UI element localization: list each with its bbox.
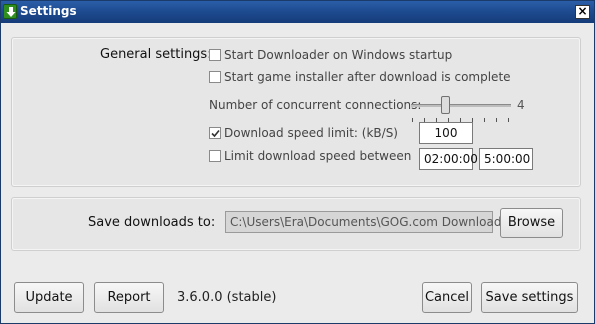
version-label: 3.6.0.0 (stable) [177,290,277,305]
slider-tick [484,118,485,122]
save-settings-button[interactable]: Save settings [481,282,578,313]
update-button[interactable]: Update [14,282,84,313]
save-downloads-label: Save downloads to: [88,215,216,230]
limit-between-checkbox[interactable] [209,150,221,162]
slider-tick [508,118,509,122]
limit-to-input[interactable]: 5:00:00 [479,148,533,170]
report-button[interactable]: Report [94,282,164,313]
checkmark-icon [211,129,220,138]
slider-tick [412,118,413,122]
title-bar[interactable]: Settings × [1,1,594,23]
startup-checkbox-label[interactable]: Start Downloader on Windows startup [224,48,452,62]
window-title: Settings [20,4,77,18]
connections-value: 4 [517,98,525,112]
start-installer-checkbox[interactable] [209,71,221,83]
connections-slider-thumb[interactable] [441,96,450,114]
limit-between-checkbox-label[interactable]: Limit download speed between [224,149,411,163]
limit-from-input[interactable]: 02:00:00 [419,148,478,170]
speed-limit-checkbox-label[interactable]: Download speed limit: (kB/S) [224,126,398,140]
settings-window: Settings × General settings: Start Downl… [0,0,595,324]
connections-label: Number of concurrent connections: [209,98,422,112]
speed-limit-input[interactable]: 100 [419,122,473,144]
speed-limit-checkbox[interactable] [209,127,221,139]
browse-button[interactable]: Browse [500,208,563,238]
save-path-field[interactable]: C:\Users\Era\Documents\GOG.com Downloads [225,211,508,233]
close-icon[interactable]: × [575,5,590,19]
startup-checkbox[interactable] [209,49,221,61]
connections-slider-track[interactable] [411,104,511,107]
download-arrow-icon [3,4,17,19]
general-settings-label: General settings: [100,47,212,62]
start-installer-checkbox-label[interactable]: Start game installer after download is c… [224,70,511,84]
cancel-button[interactable]: Cancel [422,282,472,313]
slider-tick [496,118,497,122]
